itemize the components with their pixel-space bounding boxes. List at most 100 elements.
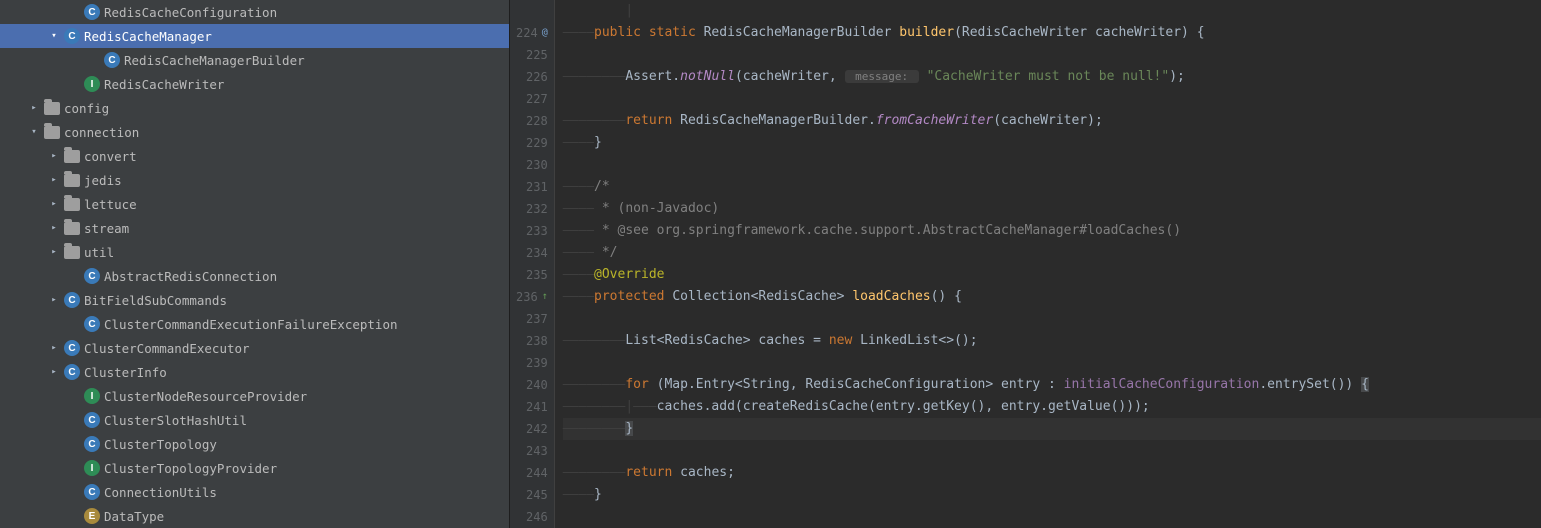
tree-item-util[interactable]: ▸ util: [0, 240, 509, 264]
code-line[interactable]: ———— * @see org.springframework.cache.su…: [563, 220, 1541, 242]
tree-item-abstractredisconnection[interactable]: CAbstractRedisConnection: [0, 264, 509, 288]
code-line[interactable]: ————————for (Map.Entry<String, RedisCach…: [563, 374, 1541, 396]
code-line[interactable]: ————}: [563, 484, 1541, 506]
gutter-line: 231: [516, 176, 548, 198]
tree-item-label: AbstractRedisConnection: [104, 269, 277, 284]
folder-icon: [44, 102, 60, 115]
expand-arrow-icon[interactable]: ▸: [48, 343, 60, 353]
tree-item-rediscachewriter[interactable]: IRedisCacheWriter: [0, 72, 509, 96]
gutter-line: 239: [516, 352, 548, 374]
gutter-line: 230: [516, 154, 548, 176]
tree-item-connection[interactable]: ▾connection: [0, 120, 509, 144]
gutter-line: 241: [516, 396, 548, 418]
code-line[interactable]: ————/*: [563, 176, 1541, 198]
interface-icon: I: [84, 388, 100, 404]
gutter-line: 244: [516, 462, 548, 484]
code-line[interactable]: ————@Override: [563, 264, 1541, 286]
tree-item-clustercommandexecutor[interactable]: ▸ C ClusterCommandExecutor: [0, 336, 509, 360]
tree-item-label: ClusterTopology: [104, 437, 217, 452]
expand-arrow-icon[interactable]: ▸: [48, 367, 60, 377]
gutter-line: 228: [516, 110, 548, 132]
expand-arrow-icon[interactable]: ▸: [48, 223, 60, 233]
tree-item-lettuce[interactable]: ▸ lettuce: [0, 192, 509, 216]
expand-arrow-icon[interactable]: ▸: [48, 199, 60, 209]
code-line[interactable]: |: [563, 0, 1541, 22]
tree-item-label: lettuce: [84, 197, 137, 212]
gutter-line: 234: [516, 242, 548, 264]
project-tree[interactable]: CRedisCacheConfiguration ▾ CRedisCacheMana…: [0, 0, 510, 528]
tree-item-label: ClusterSlotHashUtil: [104, 413, 247, 428]
code-line[interactable]: ————————return RedisCacheManagerBuilder.…: [563, 110, 1541, 132]
expand-arrow-icon[interactable]: ▸: [48, 247, 60, 257]
tree-item-clustertopology[interactable]: C ClusterTopology: [0, 432, 509, 456]
gutter-line: 237: [516, 308, 548, 330]
folder-icon: [44, 126, 60, 139]
tree-item-clusterslothashutil[interactable]: CClusterSlotHashUtil: [0, 408, 509, 432]
code-line[interactable]: ————————}: [563, 418, 1541, 440]
gutter-line: 227: [516, 88, 548, 110]
tree-item-jedis[interactable]: ▸ jedis: [0, 168, 509, 192]
tree-item-rediscachemanagerbuilder[interactable]: CRedisCacheManagerBuilder: [0, 48, 509, 72]
code-line[interactable]: [563, 154, 1541, 176]
class-icon: C: [64, 28, 80, 44]
expand-arrow-icon[interactable]: ▾: [48, 31, 60, 41]
tree-item-stream[interactable]: ▸stream: [0, 216, 509, 240]
code-line[interactable]: [563, 308, 1541, 330]
expand-arrow-icon[interactable]: ▸: [48, 151, 60, 161]
tree-item-rediscacheconfiguration[interactable]: CRedisCacheConfiguration: [0, 0, 509, 24]
tree-item-convert[interactable]: ▸convert: [0, 144, 509, 168]
code-line[interactable]: ————public static RedisCacheManagerBuild…: [563, 22, 1541, 44]
code-line[interactable]: [563, 44, 1541, 66]
code-line[interactable]: ————protected Collection<RedisCache> loa…: [563, 286, 1541, 308]
tree-item-label: config: [64, 101, 109, 116]
override-mark-icon[interactable]: ↑: [542, 286, 548, 308]
gutter-line: 226: [516, 66, 548, 88]
tree-item-clusterinfo[interactable]: ▸CClusterInfo: [0, 360, 509, 384]
tree-item-label: BitFieldSubCommands: [84, 293, 227, 308]
interface-icon: I: [84, 76, 100, 92]
tree-item-clustertopologyprovider[interactable]: IClusterTopologyProvider: [0, 456, 509, 480]
tree-item-rediscachemanager[interactable]: ▾CRedisCacheManager: [0, 24, 509, 48]
tree-item-datatype[interactable]: EDataType: [0, 504, 509, 528]
gutter-line: 245: [516, 484, 548, 506]
code-line[interactable]: [563, 88, 1541, 110]
gutter-line: 233: [516, 220, 548, 242]
code-line[interactable]: ————}: [563, 132, 1541, 154]
class-icon: C: [64, 364, 80, 380]
tree-item-clusternoderesourceprovider[interactable]: IClusterNodeResourceProvider: [0, 384, 509, 408]
expand-arrow-icon[interactable]: ▸: [48, 295, 60, 305]
class-icon: C: [64, 340, 80, 356]
code-line[interactable]: ————————List<RedisCache> caches = new Li…: [563, 330, 1541, 352]
code-line[interactable]: ————————|———caches.add(createRedisCache(…: [563, 396, 1541, 418]
gutter-line: 242: [516, 418, 548, 440]
code-area[interactable]: |————public static RedisCacheManagerBuil…: [554, 0, 1541, 528]
code-line[interactable]: [563, 352, 1541, 374]
tree-item-config[interactable]: ▸ config: [0, 96, 509, 120]
expand-arrow-icon[interactable]: ▸: [28, 103, 40, 113]
tree-item-label: jedis: [84, 173, 122, 188]
class-icon: C: [84, 436, 100, 452]
expand-arrow-icon[interactable]: ▸: [48, 175, 60, 185]
folder-icon: [64, 174, 80, 187]
tree-item-label: ClusterCommandExecutor: [84, 341, 250, 356]
interface-icon: I: [84, 460, 100, 476]
code-line[interactable]: ————————return caches;: [563, 462, 1541, 484]
gutter-line: 232: [516, 198, 548, 220]
class-icon: C: [64, 292, 80, 308]
tree-item-label: util: [84, 245, 114, 260]
code-line[interactable]: [563, 440, 1541, 462]
tree-item-clustercommandexecutionfailureexception[interactable]: CClusterCommandExecutionFailureException: [0, 312, 509, 336]
author-mark-icon[interactable]: @: [542, 22, 548, 44]
code-line[interactable]: ———— */: [563, 242, 1541, 264]
code-line[interactable]: ———— * (non-Javadoc): [563, 198, 1541, 220]
class-icon: C: [84, 4, 100, 20]
tree-item-bitfieldsubcommands[interactable]: ▸ C BitFieldSubCommands: [0, 288, 509, 312]
code-editor[interactable]: 224@225226227228229230231232233234235236…: [510, 0, 1541, 528]
class-icon: C: [84, 316, 100, 332]
expand-arrow-icon[interactable]: ▾: [28, 127, 40, 137]
code-line[interactable]: [563, 506, 1541, 528]
tree-item-connectionutils[interactable]: CConnectionUtils: [0, 480, 509, 504]
code-line[interactable]: ————————Assert.notNull(cacheWriter, mess…: [563, 66, 1541, 88]
gutter-line: 238: [516, 330, 548, 352]
gutter-line: [516, 0, 548, 22]
